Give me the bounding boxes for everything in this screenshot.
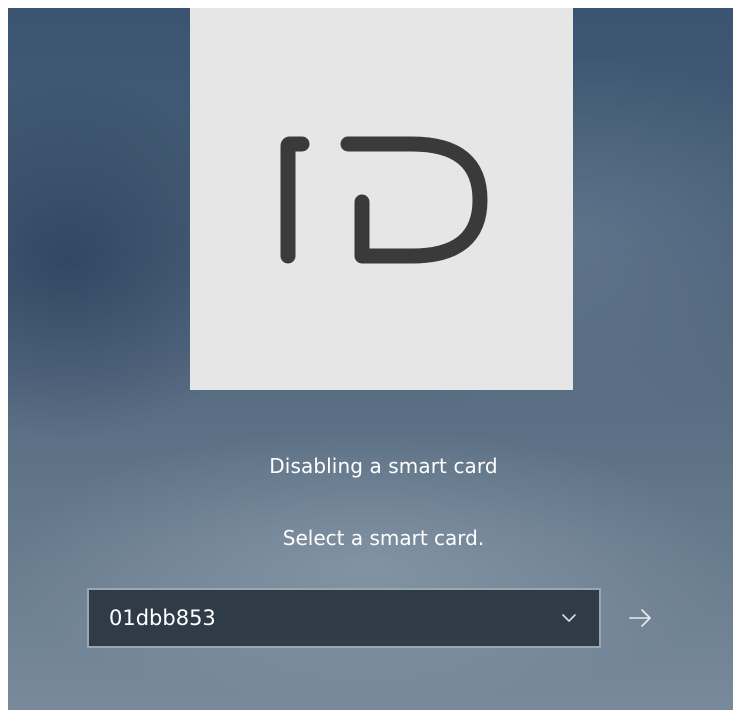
instruction-text: Select a smart card. bbox=[282, 526, 485, 550]
page-title: Disabling a smart card bbox=[269, 454, 498, 478]
selected-card-value: 01dbb853 bbox=[109, 606, 216, 630]
chevron-down-icon bbox=[562, 614, 576, 622]
smart-card-id-icon bbox=[280, 136, 488, 264]
logon-screen: Disabling a smart card Select a smart ca… bbox=[8, 8, 733, 710]
smart-card-select[interactable]: 01dbb853 bbox=[87, 588, 601, 648]
arrow-right-icon[interactable] bbox=[620, 598, 660, 638]
smart-card-tile bbox=[190, 8, 573, 390]
